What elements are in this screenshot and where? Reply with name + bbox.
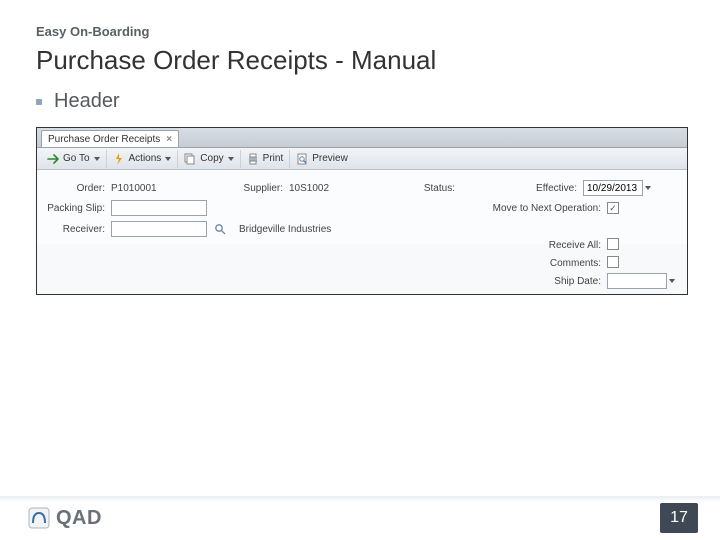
supplier-label: Supplier: [213, 183, 283, 194]
chevron-down-icon [165, 157, 171, 161]
tab-label: Purchase Order Receipts [48, 134, 160, 145]
qad-mark-icon [28, 507, 50, 529]
receiver-label: Receiver: [47, 224, 105, 235]
chevron-down-icon[interactable] [645, 186, 651, 190]
preview-label: Preview [312, 153, 348, 164]
chevron-down-icon[interactable] [669, 279, 675, 283]
search-icon[interactable] [213, 222, 227, 236]
brand-logo: QAD [28, 507, 102, 530]
form-header: Order: P1010001 Supplier: 10S1002 Status… [37, 170, 687, 244]
bullet-icon [36, 99, 42, 105]
shipdate-input[interactable] [607, 273, 667, 289]
supplier-value: 10S1002 [289, 183, 389, 194]
movenext-checkbox[interactable] [607, 202, 619, 214]
packing-label: Packing Slip: [47, 203, 105, 214]
right-options: Receive All: Comments: Ship Date: [531, 236, 677, 290]
close-icon[interactable]: × [166, 134, 172, 145]
comments-label: Comments: [531, 258, 601, 269]
shipdate-label: Ship Date: [531, 276, 601, 287]
status-label: Status: [395, 183, 455, 194]
receiver-desc: Bridgeville Industries [239, 224, 465, 235]
goto-icon [47, 153, 59, 165]
effective-input[interactable] [583, 180, 643, 196]
goto-button[interactable]: Go To [41, 150, 107, 168]
bullet-text: Header [54, 90, 120, 113]
app-window: Purchase Order Receipts × Go To Actions [36, 127, 688, 295]
print-label: Print [263, 153, 284, 164]
copy-label: Copy [200, 153, 223, 164]
copy-button[interactable]: Copy [178, 150, 240, 168]
tab-po-receipts[interactable]: Purchase Order Receipts × [41, 130, 179, 147]
print-icon [247, 153, 259, 165]
slide-footer: QAD 17 [0, 496, 720, 540]
receiver-input[interactable] [111, 221, 207, 237]
bullet-row: Header [36, 90, 688, 113]
print-button[interactable]: Print [241, 150, 291, 168]
tab-bar: Purchase Order Receipts × [37, 128, 687, 148]
bolt-icon [113, 153, 125, 165]
receiveall-checkbox[interactable] [607, 238, 619, 250]
chevron-down-icon [94, 157, 100, 161]
brand-text: QAD [56, 507, 102, 530]
toolbar: Go To Actions Copy P [37, 148, 687, 170]
goto-label: Go To [63, 153, 90, 164]
slide-kicker: Easy On-Boarding [36, 24, 688, 39]
preview-icon [296, 153, 308, 165]
chevron-down-icon [228, 157, 234, 161]
packing-input[interactable] [111, 200, 207, 216]
actions-label: Actions [129, 153, 162, 164]
actions-button[interactable]: Actions [107, 150, 179, 168]
comments-checkbox[interactable] [607, 256, 619, 268]
preview-button[interactable]: Preview [290, 150, 354, 168]
page-number: 17 [660, 503, 698, 533]
slide-title: Purchase Order Receipts - Manual [36, 45, 688, 76]
copy-icon [184, 153, 196, 165]
effective-label: Effective: [487, 183, 577, 194]
order-value: P1010001 [111, 183, 207, 194]
order-label: Order: [47, 183, 105, 194]
receiveall-label: Receive All: [531, 240, 601, 251]
movenext-label: Move to Next Operation: [471, 203, 601, 214]
